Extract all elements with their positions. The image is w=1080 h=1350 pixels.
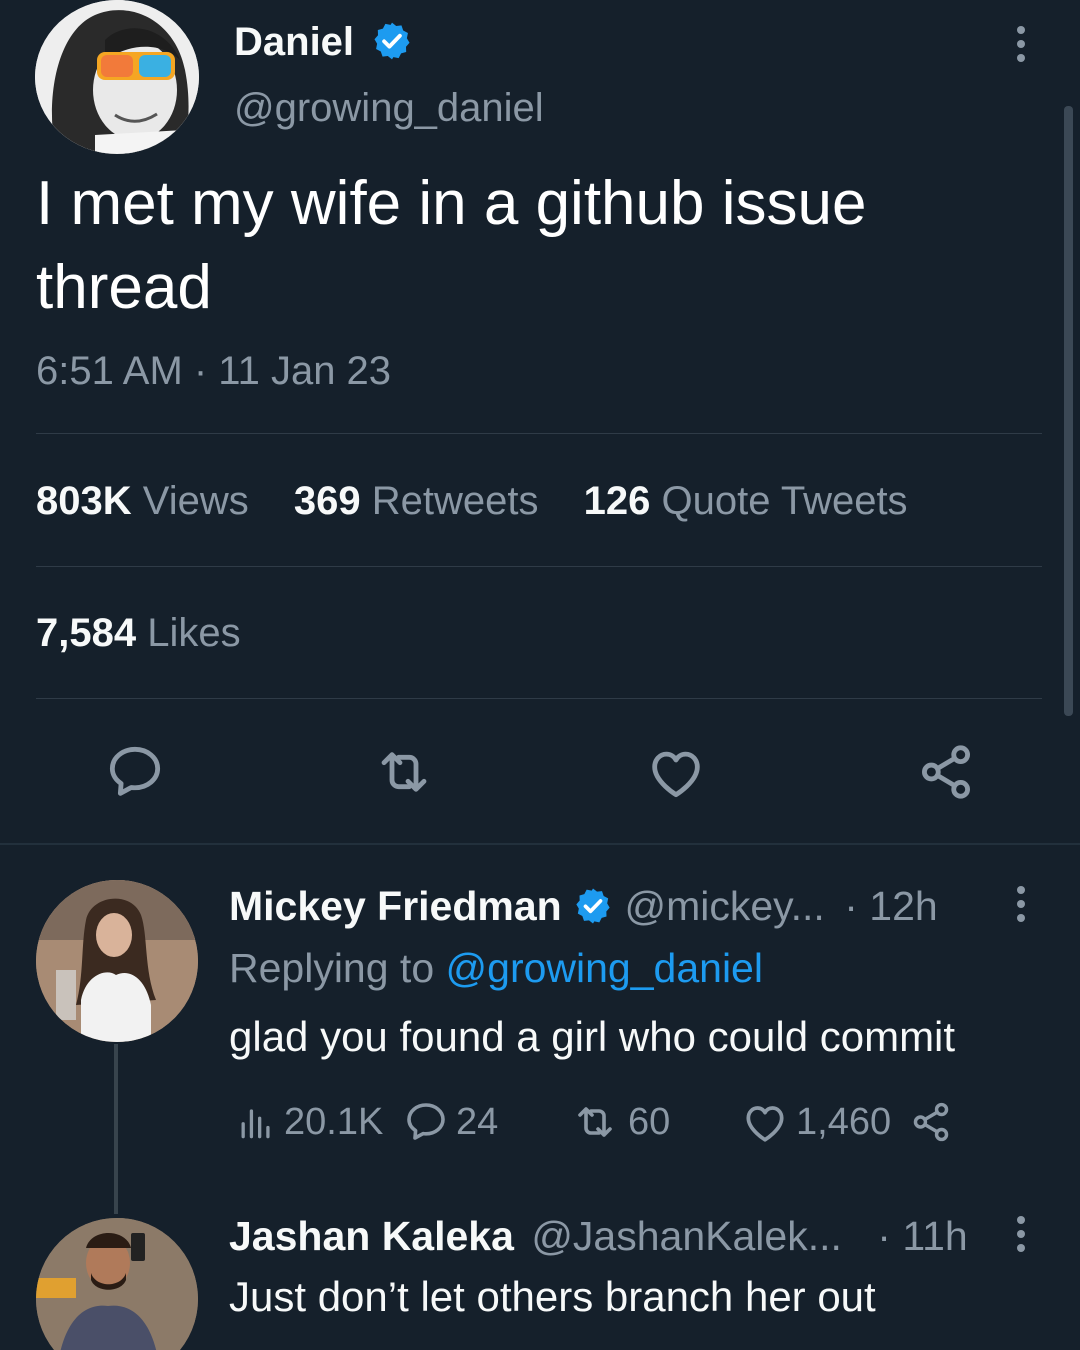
- section-separator: [0, 843, 1080, 845]
- divider: [36, 698, 1042, 699]
- reply-comments[interactable]: 24: [402, 1096, 498, 1148]
- views-stat[interactable]: 803K Views: [36, 479, 249, 523]
- reply-time[interactable]: · 12h: [844, 883, 937, 929]
- share-icon[interactable]: [914, 740, 978, 804]
- retweet-icon[interactable]: [372, 740, 436, 804]
- reply-icon: [407, 1103, 445, 1140]
- divider: [36, 566, 1042, 567]
- views-chart-icon: [241, 1109, 270, 1139]
- reply-avatar[interactable]: [36, 1218, 198, 1350]
- retweets-count: 369: [293, 479, 361, 523]
- reply-retweets[interactable]: 60: [568, 1096, 670, 1148]
- tweet-stats: 803K Views 369 Retweets 126 Quote Tweets: [36, 476, 908, 526]
- tweet-timestamp[interactable]: 6:51 AM · 11 Jan 23: [36, 346, 391, 396]
- views-label: Views: [142, 479, 249, 523]
- reply-likes-count: 1,460: [796, 1100, 892, 1143]
- share-icon[interactable]: [908, 1099, 954, 1145]
- author-name-row[interactable]: Daniel: [234, 18, 413, 66]
- verified-badge-icon: [576, 888, 610, 924]
- quotes-stat[interactable]: 126 Quote Tweets: [584, 479, 908, 523]
- like-icon: [746, 1106, 784, 1142]
- reply-author-handle[interactable]: @mickey...: [625, 883, 825, 929]
- more-options-icon[interactable]: [1006, 22, 1036, 66]
- more-options-icon[interactable]: [1011, 1212, 1031, 1256]
- thread-connector-line: [114, 1044, 118, 1214]
- reply-likes[interactable]: 1,460: [740, 1096, 891, 1148]
- replying-to-mention[interactable]: @growing_daniel: [446, 945, 763, 991]
- replying-to-prefix: Replying to: [229, 945, 435, 991]
- reply-icon[interactable]: [103, 740, 167, 804]
- reply-comments-count: 24: [456, 1100, 499, 1143]
- retweets-stat[interactable]: 369 Retweets: [294, 479, 539, 523]
- author-name[interactable]: Daniel: [234, 20, 354, 64]
- quotes-count: 126: [583, 479, 651, 523]
- views-count: 803K: [36, 479, 132, 523]
- retweet-icon: [578, 1107, 612, 1137]
- tweet-text: I met my wife in a github issue thread: [36, 169, 867, 322]
- reply-views[interactable]: 20.1K: [234, 1096, 383, 1148]
- reply-header: Jashan Kaleka @JashanKalek... · 11h: [229, 1210, 968, 1262]
- reply-text: Just don’t let others branch her out: [229, 1273, 876, 1320]
- reply-header: Mickey Friedman @mickey... · 12h: [229, 880, 938, 932]
- like-icon[interactable]: [644, 740, 708, 804]
- quotes-label: Quote Tweets: [661, 479, 908, 523]
- reply-actions: 20.1K 24 60 1,460: [234, 1096, 994, 1148]
- divider: [36, 433, 1042, 434]
- reply-avatar[interactable]: [36, 880, 198, 1042]
- reply-time[interactable]: · 11h: [877, 1213, 967, 1259]
- reply-author-handle[interactable]: @JashanKalek...: [531, 1213, 842, 1259]
- likes-label: Likes: [147, 611, 241, 655]
- reply-author-name[interactable]: Jashan Kaleka: [229, 1213, 514, 1259]
- reply-text: glad you found a girl who could commit: [229, 1013, 956, 1060]
- likes-count: 7,584: [36, 611, 137, 655]
- author-handle[interactable]: @growing_daniel: [234, 84, 544, 132]
- reply-views-count: 20.1K: [284, 1100, 384, 1143]
- likes-stat[interactable]: 7,584 Likes: [36, 608, 241, 658]
- author-avatar[interactable]: [35, 0, 199, 154]
- replying-to: Replying to @growing_daniel: [229, 942, 763, 994]
- retweets-label: Retweets: [371, 479, 539, 523]
- scrollbar[interactable]: [1064, 106, 1073, 716]
- more-options-icon[interactable]: [1011, 882, 1031, 926]
- verified-badge-icon: [374, 23, 410, 60]
- reply-retweets-count: 60: [628, 1100, 671, 1143]
- reply-author-name[interactable]: Mickey Friedman: [229, 883, 562, 929]
